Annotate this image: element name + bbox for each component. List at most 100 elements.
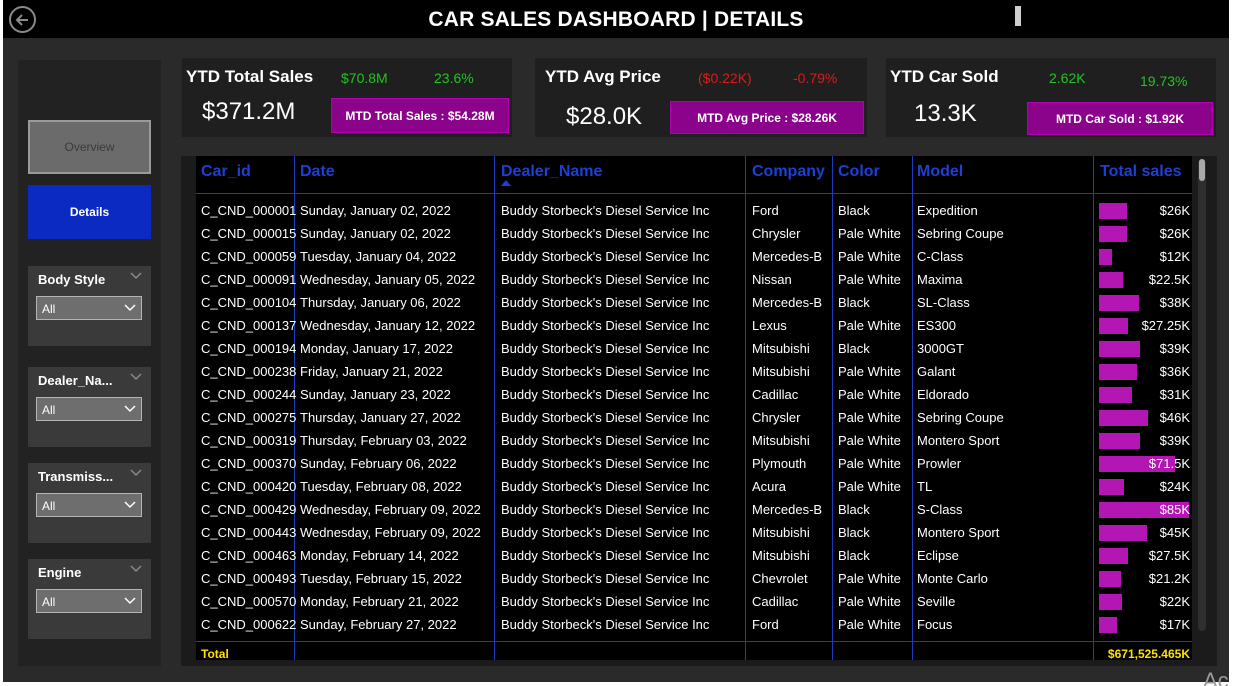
dropdown-value: All	[42, 595, 56, 609]
cell-dealer: Buddy Storbeck's Diesel Service Inc	[501, 203, 710, 218]
kpi-delta-pct: 19.73%	[1140, 73, 1188, 89]
table-row[interactable]: C_CND_000091 Wednesday, January 05, 2022 B…	[196, 268, 1192, 291]
slicer-label: Engine	[38, 565, 82, 580]
engine-dropdown[interactable]: All	[36, 589, 142, 613]
kpi-delta-abs: ($0.22K)	[698, 70, 752, 86]
cell-date: Thursday, February 03, 2022	[300, 433, 467, 448]
table-row[interactable]: C_CND_000104 Thursday, January 06, 2022 Bu…	[196, 291, 1192, 314]
col-header-total-sales[interactable]: Total sales	[1100, 163, 1182, 181]
cell-dealer: Buddy Storbeck's Diesel Service Inc	[501, 571, 710, 586]
cell-color: Black	[838, 502, 870, 517]
overview-button[interactable]: Overview	[28, 120, 151, 174]
text-cursor-icon	[1015, 6, 1021, 26]
vertical-scrollbar[interactable]	[1198, 159, 1206, 631]
transmission-dropdown[interactable]: All	[36, 493, 142, 517]
cell-total-sales: $22K	[1159, 594, 1190, 609]
cell-color: Pale White	[838, 617, 901, 632]
table-row[interactable]: C_CND_000420 Tuesday, February 08, 2022 Bu…	[196, 475, 1192, 498]
cell-date: Sunday, January 23, 2022	[300, 387, 451, 402]
cell-dealer: Buddy Storbeck's Diesel Service Inc	[501, 410, 710, 425]
kpi-card-car-sold: YTD Car Sold 13.3K 2.62K 19.73% MTD Car …	[886, 58, 1216, 137]
cell-dealer: Buddy Storbeck's Diesel Service Inc	[501, 249, 710, 264]
cell-dealer: Buddy Storbeck's Diesel Service Inc	[501, 456, 710, 471]
cell-dealer: Buddy Storbeck's Diesel Service Inc	[501, 525, 710, 540]
details-button[interactable]: Details	[28, 185, 151, 239]
col-header-car-id[interactable]: Car_id	[201, 163, 251, 181]
cell-id: C_CND_000194	[201, 341, 297, 356]
cell-total-sales: $71.5K	[1148, 456, 1190, 471]
table-row[interactable]: C_CND_000622 Sunday, February 27, 2022 Bud…	[196, 613, 1192, 636]
kpi-value: $28.0K	[566, 103, 643, 130]
cell-total-sales: $39K	[1159, 341, 1190, 356]
chevron-down-icon[interactable]	[130, 565, 142, 573]
cell-model: Monte Carlo	[917, 571, 988, 586]
cell-company: Mitsubishi	[752, 548, 810, 563]
cell-total-sales: $27.25K	[1141, 318, 1190, 333]
table-row[interactable]: C_CND_000275 Thursday, January 27, 2022 Bu…	[196, 406, 1192, 429]
table-row[interactable]: C_CND_000001 Sunday, January 02, 2022 Budd…	[196, 199, 1192, 222]
cell-total-sales: $21.2K	[1148, 571, 1190, 586]
mtd-total-sales-badge: MTD Total Sales : $54.28M	[331, 98, 509, 133]
cell-date: Monday, February 21, 2022	[300, 594, 459, 609]
mtd-car-sold-badge: MTD Car Sold : $1.92K	[1027, 102, 1213, 135]
details-table-visual: Car_id Date Dealer_Name Company Color Mo…	[181, 156, 1217, 666]
table-row[interactable]: C_CND_000570 Monday, February 21, 2022 Bud…	[196, 590, 1192, 613]
cell-company: Acura	[752, 479, 786, 494]
cell-model: Montero Sport	[917, 525, 1000, 540]
col-header-dealer-name[interactable]: Dealer_Name	[501, 163, 602, 181]
table-row[interactable]: C_CND_000238 Friday, January 21, 2022 Budd…	[196, 360, 1192, 383]
cell-color: Pale White	[838, 479, 901, 494]
cell-color: Pale White	[838, 318, 901, 333]
table-row[interactable]: C_CND_000194 Monday, January 17, 2022 Budd…	[196, 337, 1192, 360]
cell-date: Monday, January 17, 2022	[300, 341, 453, 356]
scrollbar-thumb[interactable]	[1199, 159, 1205, 181]
cell-color: Pale White	[838, 249, 901, 264]
table-row[interactable]: C_CND_000463 Monday, February 14, 2022 Bud…	[196, 544, 1192, 567]
kpi-delta-pct: 23.6%	[434, 70, 474, 86]
cell-color: Pale White	[838, 433, 901, 448]
cell-id: C_CND_000275	[201, 410, 297, 425]
table-row[interactable]: C_CND_000443 Wednesday, February 09, 2022…	[196, 521, 1192, 544]
chevron-down-icon[interactable]	[130, 373, 142, 381]
chevron-down-icon[interactable]	[130, 272, 142, 280]
dealer-name-dropdown[interactable]: All	[36, 397, 142, 421]
cell-company: Mercedes-B	[752, 249, 823, 264]
cell-date: Tuesday, January 04, 2022	[300, 249, 457, 264]
chevron-down-icon	[124, 501, 136, 509]
table-row[interactable]: C_CND_000370 Sunday, February 06, 2022 Bud…	[196, 452, 1192, 475]
table-row[interactable]: C_CND_000493 Tuesday, February 15, 2022 Bu…	[196, 567, 1192, 590]
cell-company: Ford	[752, 203, 779, 218]
col-header-color[interactable]: Color	[838, 163, 880, 181]
table-row[interactable]: C_CND_000137 Wednesday, January 12, 2022 B…	[196, 314, 1192, 337]
col-header-date[interactable]: Date	[300, 163, 335, 181]
cell-date: Wednesday, January 05, 2022	[300, 272, 476, 287]
table-row[interactable]: C_CND_000059 Tuesday, January 04, 2022 Bud…	[196, 245, 1192, 268]
total-label: Total	[201, 647, 229, 661]
body-style-dropdown[interactable]: All	[36, 296, 142, 320]
cell-dealer: Buddy Storbeck's Diesel Service Inc	[501, 617, 710, 632]
kpi-delta-pct: -0.79%	[793, 70, 838, 86]
cell-company: Chrysler	[752, 410, 801, 425]
details-table: Car_id Date Dealer_Name Company Color Mo…	[196, 156, 1192, 661]
col-header-model[interactable]: Model	[917, 163, 963, 181]
cell-color: Black	[838, 203, 870, 218]
cell-company: Mitsubishi	[752, 525, 810, 540]
cell-company: Mitsubishi	[752, 433, 810, 448]
cell-id: C_CND_000493	[201, 571, 297, 586]
cell-model: Seville	[917, 594, 956, 609]
cell-total-sales: $26K	[1159, 226, 1190, 241]
chevron-down-icon[interactable]	[130, 469, 142, 477]
cell-date: Sunday, January 02, 2022	[300, 203, 451, 218]
cell-date: Tuesday, February 15, 2022	[300, 571, 462, 586]
cell-id: C_CND_000015	[201, 226, 297, 241]
table-row[interactable]: C_CND_000015 Sunday, January 02, 2022 Budd…	[196, 222, 1192, 245]
table-row[interactable]: C_CND_000244 Sunday, January 23, 2022 Budd…	[196, 383, 1192, 406]
col-header-company[interactable]: Company	[752, 163, 825, 181]
table-row[interactable]: C_CND_000429 Wednesday, February 09, 2022…	[196, 498, 1192, 521]
cell-color: Pale White	[838, 594, 901, 609]
cell-total-sales: $39K	[1159, 433, 1190, 448]
cell-dealer: Buddy Storbeck's Diesel Service Inc	[501, 548, 710, 563]
table-row[interactable]: C_CND_000319 Thursday, February 03, 2022 B…	[196, 429, 1192, 452]
cell-id: C_CND_000104	[201, 295, 297, 310]
cell-model: Eclipse	[917, 548, 959, 563]
